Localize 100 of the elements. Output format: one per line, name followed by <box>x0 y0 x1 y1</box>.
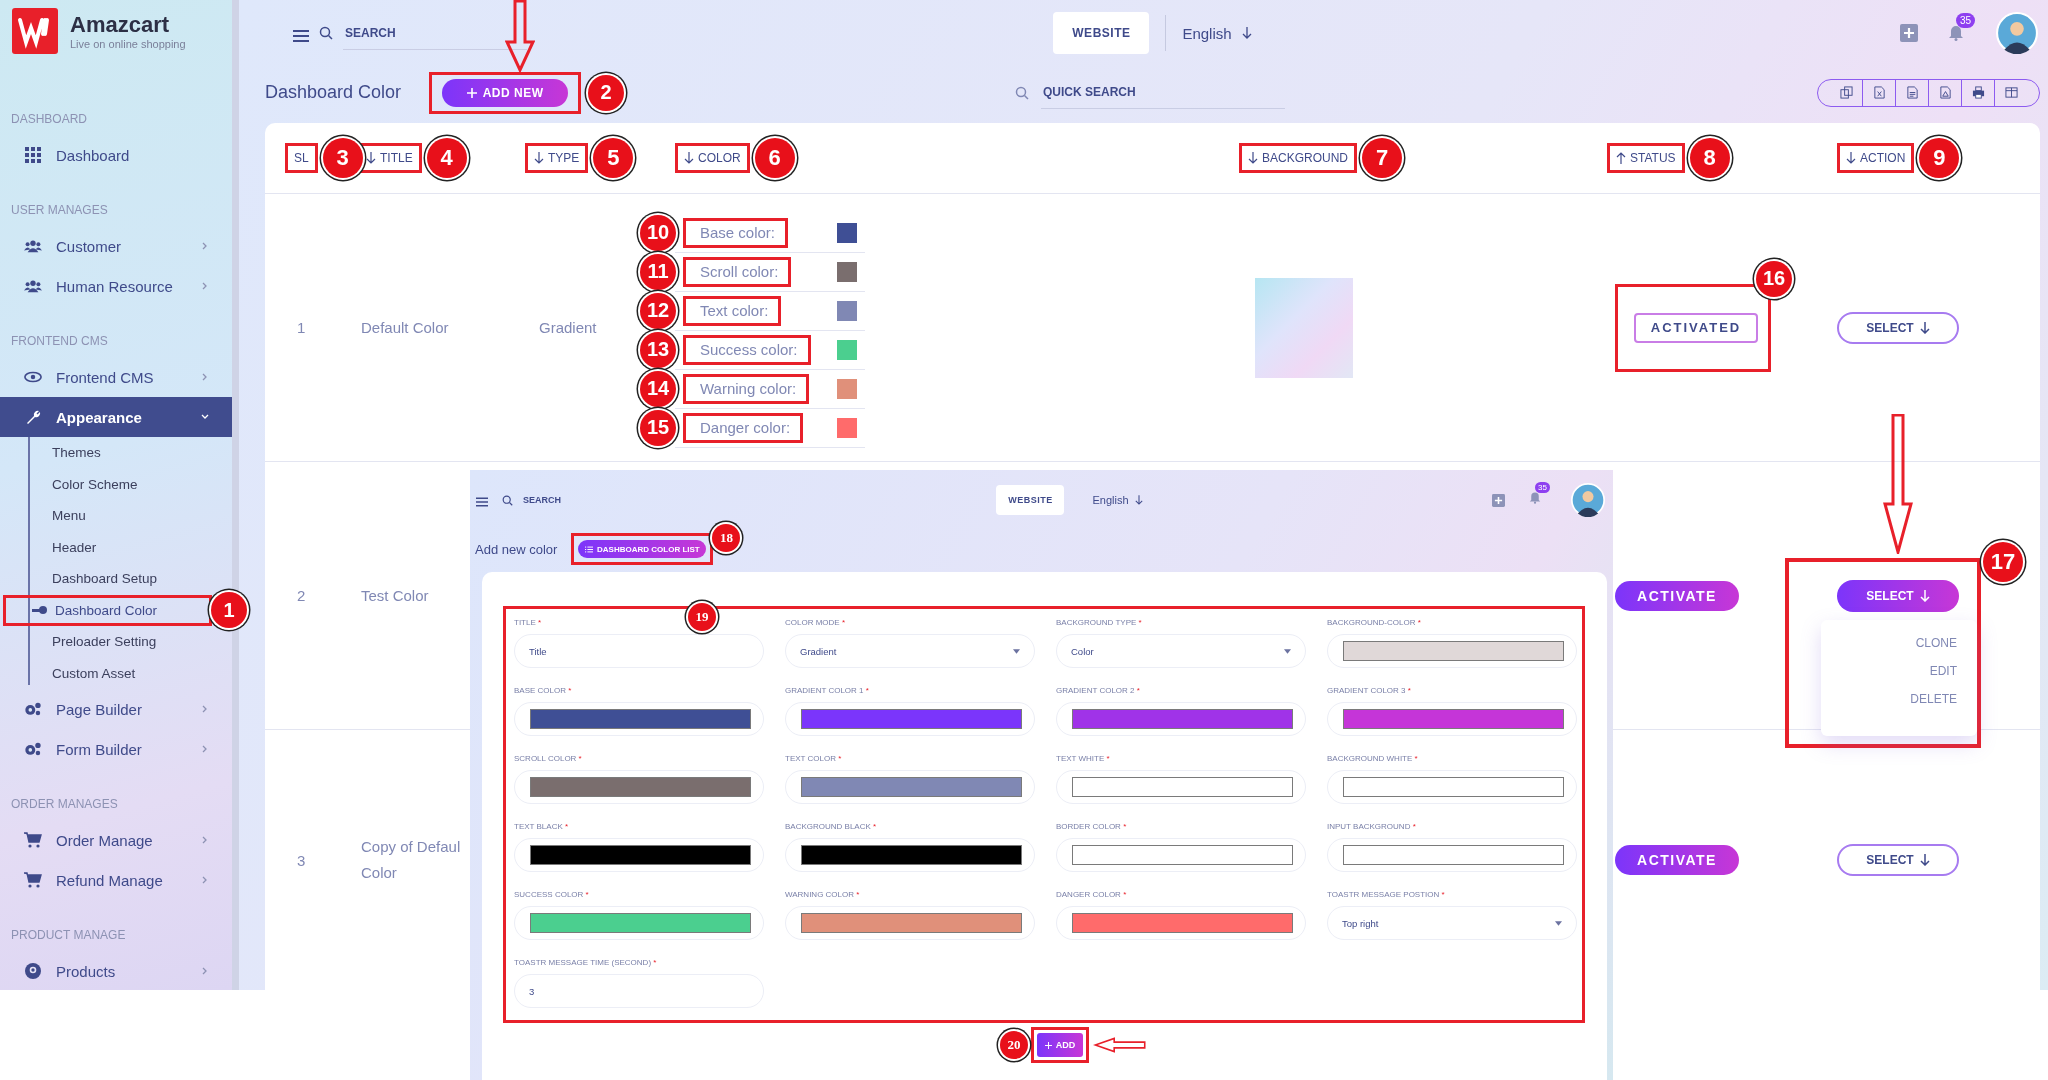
down-arrow-icon <box>1134 495 1143 505</box>
sidebar-subitem[interactable]: Color Scheme <box>52 476 138 492</box>
sidebar-section-heading: USER MANAGES <box>10 202 109 218</box>
color-list-button[interactable]: DASHBOARD COLOR LIST <box>578 540 707 558</box>
color-picker[interactable] <box>1056 906 1306 940</box>
sidebar-subitem[interactable]: Header <box>52 539 97 555</box>
status-button[interactable]: ACTIVATE <box>1615 580 1739 611</box>
quick-search-field[interactable]: QUICK SEARCH <box>1041 76 1285 110</box>
color-label: Warning color: <box>700 379 797 397</box>
select-button[interactable]: SELECT <box>1837 844 1959 876</box>
search-field[interactable]: SEARCH <box>521 494 625 506</box>
column-header[interactable]: ACTION <box>1846 151 1906 165</box>
sidebar-item-label: Dashboard <box>56 146 131 164</box>
color-picker[interactable] <box>514 702 764 736</box>
select-button[interactable]: SELECT <box>1837 579 1959 612</box>
color-label: Text color: <box>700 301 769 319</box>
sidebar-item[interactable]: Order Manage <box>0 820 232 860</box>
color-picker[interactable] <box>1327 702 1577 736</box>
callout-number: 7 <box>1362 138 1402 178</box>
callout-number: 9 <box>1919 138 1960 178</box>
color-picker[interactable] <box>785 906 1035 940</box>
sidebar-item[interactable]: Customer <box>0 226 232 266</box>
sidebar-item[interactable]: Products <box>0 951 232 991</box>
column-header[interactable]: STATUS <box>1616 151 1676 165</box>
color-picker[interactable] <box>1327 770 1577 804</box>
input-field[interactable]: Title <box>514 634 764 668</box>
column-header[interactable]: TYPE <box>534 151 580 165</box>
sidebar-subitem[interactable]: Menu <box>52 508 86 524</box>
color-picker[interactable] <box>1056 770 1306 804</box>
status-button[interactable]: ACTIVATED <box>1634 312 1758 343</box>
menu-icon[interactable] <box>476 497 488 507</box>
sidebar-subitem[interactable]: Preloader Setting <box>52 634 157 650</box>
sidebar-item[interactable]: Form Builder <box>0 729 232 769</box>
cart-icon <box>24 872 42 888</box>
sidebar-subitem[interactable]: Themes <box>52 445 101 461</box>
field-label: TEXT BLACK * <box>514 821 570 833</box>
color-picker[interactable] <box>1056 838 1306 872</box>
status-button[interactable]: ACTIVATE <box>1615 845 1739 875</box>
sidebar-item[interactable]: Refund Manage <box>0 860 232 900</box>
callout-number: 18 <box>712 524 741 552</box>
select-field[interactable]: Color <box>1056 634 1306 668</box>
plus-icon <box>466 87 477 98</box>
language-selector[interactable]: English <box>1182 24 1232 42</box>
add-button[interactable]: ADD <box>1037 1033 1083 1057</box>
color-picker[interactable] <box>1327 634 1577 668</box>
bell-icon[interactable] <box>1948 23 1964 42</box>
avatar-icon[interactable] <box>1996 12 2038 55</box>
avatar-icon[interactable] <box>1571 483 1605 517</box>
color-label: Base color: <box>700 223 776 241</box>
sidebar-subitem[interactable]: Dashboard Color <box>55 602 158 618</box>
sidebar-subitem[interactable]: Custom Asset <box>52 665 136 681</box>
gears-icon <box>24 741 42 757</box>
select-field[interactable]: Top right <box>1327 906 1577 940</box>
color-picker[interactable] <box>1056 702 1306 736</box>
column-header[interactable]: TITLE <box>366 151 413 165</box>
table-cell-text: Default Color <box>361 317 450 338</box>
sidebar-item-label: Products <box>56 962 117 980</box>
bell-icon[interactable] <box>1529 490 1541 504</box>
table-cell: 1 <box>297 319 306 336</box>
search-field[interactable]: SEARCH <box>343 16 527 50</box>
sidebar-item[interactable]: Frontend CMS <box>0 357 232 397</box>
website-button[interactable]: WEBSITE <box>996 485 1065 515</box>
callout-number: 10 <box>640 214 676 251</box>
color-picker[interactable] <box>785 838 1035 872</box>
color-picker[interactable] <box>514 906 764 940</box>
sidebar-item-label: Frontend CMS <box>56 368 155 386</box>
caret-icon <box>1284 648 1291 654</box>
language-selector[interactable]: English <box>1092 494 1129 506</box>
color-picker[interactable] <box>785 702 1035 736</box>
select-button[interactable]: SELECT <box>1837 311 1959 344</box>
sidebar-subitem[interactable]: Dashboard Setup <box>52 571 158 587</box>
color-picker[interactable] <box>514 838 764 872</box>
add-new-button[interactable]: ADD NEW <box>442 78 569 107</box>
sidebar-item-label: Appearance <box>56 408 143 426</box>
list-icon <box>585 545 594 553</box>
callout-number: 1 <box>211 592 247 629</box>
color-picker[interactable] <box>514 770 764 804</box>
add-icon[interactable] <box>1900 24 1918 43</box>
input-field[interactable]: 3 <box>514 974 764 1008</box>
notification-count: 35 <box>1535 482 1550 493</box>
table-cell-text: Test Color <box>361 585 430 606</box>
color-picker[interactable] <box>785 770 1035 804</box>
menu-item[interactable]: CLONE <box>1915 635 1957 650</box>
sidebar-item[interactable]: Dashboard <box>0 135 232 175</box>
sidebar-item[interactable]: Appearance <box>0 397 232 437</box>
add-icon[interactable] <box>1492 493 1505 507</box>
down-arrow-icon <box>1241 27 1252 40</box>
website-button[interactable]: WEBSITE <box>1053 12 1150 55</box>
sidebar-item[interactable]: Page Builder <box>0 689 232 729</box>
column-header[interactable]: COLOR <box>684 151 741 165</box>
callout-number: 17 <box>1983 541 2023 582</box>
select-field[interactable]: Gradient <box>785 634 1035 668</box>
plus-icon <box>1044 1041 1052 1049</box>
column-header[interactable]: SL <box>294 151 309 165</box>
table-cell-text: Copy of Defaul Color <box>361 837 462 883</box>
sidebar-item[interactable]: Human Resource <box>0 266 232 306</box>
column-header[interactable]: BACKGROUND <box>1248 151 1348 165</box>
color-picker[interactable] <box>1327 838 1577 872</box>
field-label: WARNING COLOR * <box>785 889 861 901</box>
menu-icon[interactable] <box>293 30 309 43</box>
